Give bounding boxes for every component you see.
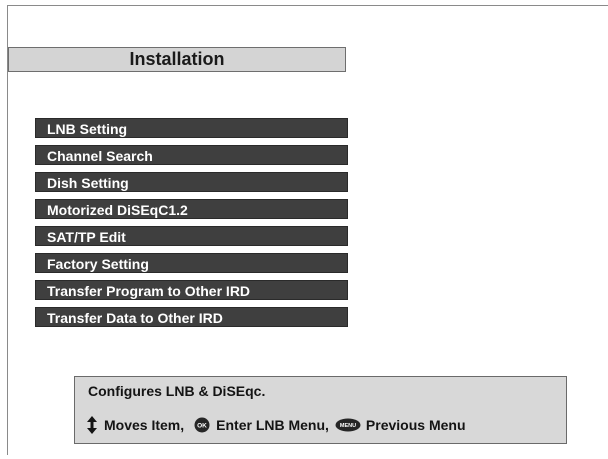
menu-item-label: Transfer Program to Other IRD [47,283,251,299]
menu-item-factory-setting[interactable]: Factory Setting [35,253,348,273]
menu-item-channel-search[interactable]: Channel Search [35,145,348,165]
screen-frame-left [7,5,8,455]
ok-key-label: OK [197,423,207,430]
menu-item-motorized-diseqc[interactable]: Motorized DiSEqC1.2 [35,199,348,219]
menu-key-label: MENU [340,423,356,429]
installation-menu: LNB Setting Channel Search Dish Setting … [35,118,348,334]
menu-button-icon: MENU [335,418,361,432]
menu-item-sat-tp-edit[interactable]: SAT/TP Edit [35,226,348,246]
menu-item-lnb-setting[interactable]: LNB Setting [35,118,348,138]
page-title-text: Installation [129,49,225,69]
up-down-arrow-icon [86,416,98,434]
menu-item-transfer-program[interactable]: Transfer Program to Other IRD [35,280,348,300]
ok-hint: Enter LNB Menu, [216,417,329,433]
move-hint: Moves Item, [104,417,185,433]
menu-item-transfer-data[interactable]: Transfer Data to Other IRD [35,307,348,327]
menu-item-label: Channel Search [47,148,153,164]
menu-item-label: Dish Setting [47,175,129,191]
help-panel: Configures LNB & DiSEqc. Moves Item, OK … [74,376,567,444]
menu-item-label: Transfer Data to Other IRD [47,310,223,326]
menu-item-label: SAT/TP Edit [47,229,126,245]
menu-item-label: Motorized DiSEqC1.2 [47,202,188,218]
page-title: Installation [8,47,346,72]
menu-item-label: LNB Setting [47,121,128,137]
menu-item-label: Factory Setting [47,256,149,272]
menu-item-dish-setting[interactable]: Dish Setting [35,172,348,192]
ok-button-icon: OK [194,417,210,433]
help-key-hints: Moves Item, OK Enter LNB Menu, MENU Prev… [86,416,466,434]
help-description: Configures LNB & DiSEqc. [88,383,266,399]
menu-hint: Previous Menu [365,417,466,433]
screen-frame-top [7,5,608,6]
